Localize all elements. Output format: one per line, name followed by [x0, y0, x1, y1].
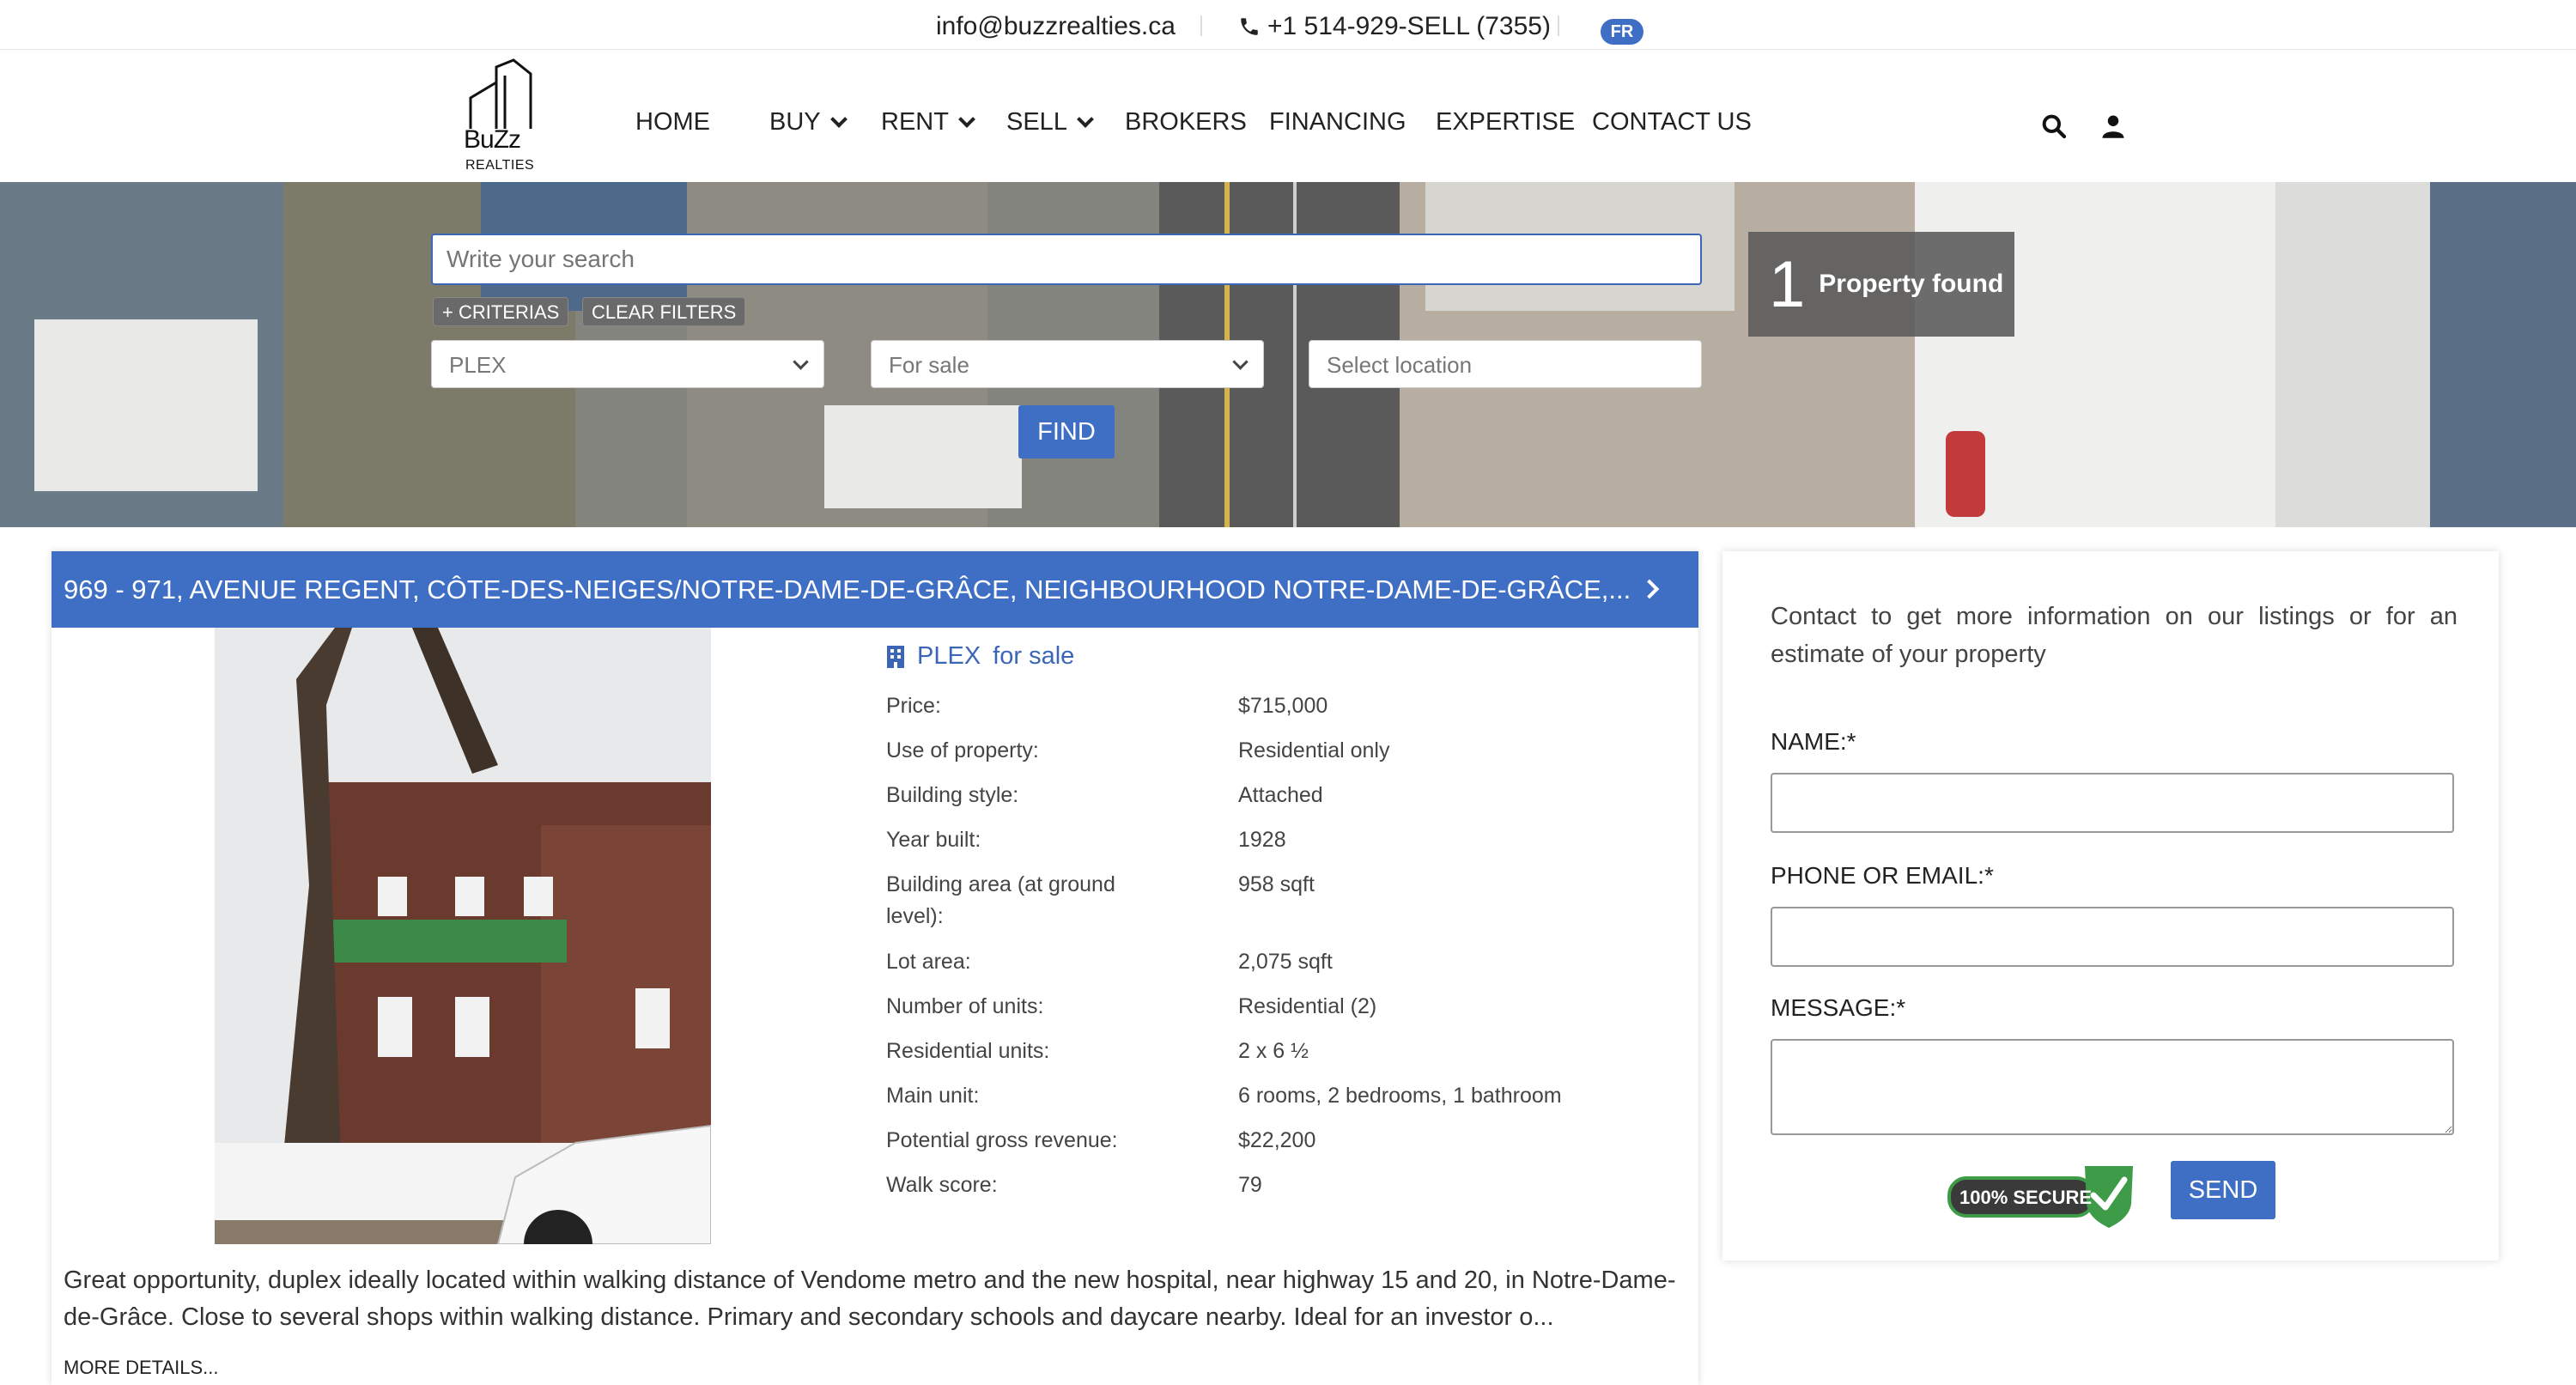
nav-contact-us[interactable]: CONTACT US: [1592, 108, 1752, 137]
location-placeholder: Select location: [1327, 352, 1473, 378]
detail-label: Main unit:: [886, 1084, 980, 1108]
phone-email-field[interactable]: [1771, 907, 2454, 967]
contact-phone-link[interactable]: +1 514-929-SELL (7355): [1238, 12, 1551, 41]
location-select[interactable]: Select location: [1309, 340, 1702, 388]
detail-label: Price:: [886, 694, 941, 718]
message-label: MESSAGE:*: [1771, 994, 1906, 1021]
detail-value: 6 rooms, 2 bedrooms, 1 bathroom: [1238, 1084, 1562, 1108]
building-icon: [887, 645, 904, 668]
phone-number: +1 514-929-SELL (7355): [1267, 12, 1551, 40]
divider: [1200, 15, 1202, 36]
user-icon[interactable]: [2100, 112, 2126, 144]
contact-form: Contact to get more information on our l…: [1722, 551, 2499, 1260]
detail-value: 2,075 sqft: [1238, 950, 1333, 974]
nav-expertise-label: EXPERTISE: [1436, 108, 1576, 136]
detail-label: Residential units:: [886, 1039, 1050, 1063]
results-count-panel: 1 Property found: [1748, 232, 2014, 337]
chevron-right-icon: [1639, 579, 1660, 599]
detail-value: 2 x 6 ½: [1238, 1039, 1309, 1063]
detail-label: Potential gross revenue:: [886, 1128, 1118, 1152]
property-type-line: PLEX for sale: [886, 642, 1074, 671]
nav-home-label: HOME: [635, 108, 710, 136]
nav-rent-label: RENT: [881, 108, 949, 136]
detail-value: 1928: [1238, 828, 1286, 852]
contact-email-link[interactable]: info@buzzrealties.ca: [936, 12, 1176, 41]
criterias-button[interactable]: + CRITERIAS: [433, 297, 569, 326]
logo-subtitle: REALTIES: [465, 158, 535, 173]
detail-value: $22,200: [1238, 1128, 1316, 1152]
listing-description: Great opportunity, duplex ideally locate…: [64, 1267, 1676, 1331]
detail-label: Use of property:: [886, 738, 1039, 762]
brand-logo[interactable]: BuZz REALTIES: [460, 58, 539, 174]
nav-contact-label: CONTACT US: [1592, 108, 1752, 136]
nav-financing-label: FINANCING: [1269, 108, 1406, 136]
nav-home[interactable]: HOME: [635, 108, 710, 137]
property-type-select[interactable]: PLEX: [431, 340, 824, 388]
name-field[interactable]: [1771, 773, 2454, 833]
transaction-type-label: for sale: [993, 642, 1075, 670]
divider: [1558, 15, 1559, 36]
language-toggle[interactable]: FR: [1601, 19, 1643, 45]
name-label: NAME:*: [1771, 728, 1856, 755]
nav-brokers-label: BROKERS: [1125, 108, 1247, 136]
detail-label: Year built:: [886, 828, 981, 852]
nav-sell[interactable]: SELL: [1006, 108, 1094, 137]
detail-value: Residential (2): [1238, 994, 1377, 1018]
send-button[interactable]: SEND: [2171, 1161, 2275, 1219]
phone-icon: [1241, 18, 1258, 35]
property-type-value: PLEX: [449, 352, 507, 378]
chevron-down-icon: [1232, 354, 1249, 370]
more-details-link[interactable]: MORE DETAILS...: [64, 1357, 219, 1379]
results-count: 1: [1769, 247, 1806, 321]
house-logo-icon: [469, 58, 532, 129]
main-header: BuZz REALTIES HOME BUY RENT SELL BROKERS…: [0, 50, 2576, 182]
house-photo-image: [215, 628, 711, 1244]
results-label: Property found: [1819, 270, 2004, 298]
contact-intro: Contact to get more information on our l…: [1771, 603, 2458, 668]
secure-badge-text: 100% SECURE: [1959, 1187, 2093, 1208]
detail-value: $715,000: [1238, 694, 1328, 718]
transaction-value: For sale: [889, 352, 969, 378]
listing-title: 969 - 971, AVENUE REGENT, CÔTE-DES-NEIGE…: [64, 574, 1631, 604]
logo-wordmark: BuZz: [464, 125, 521, 154]
nav-financing[interactable]: FINANCING: [1269, 108, 1406, 137]
listing-photo[interactable]: [215, 628, 711, 1244]
detail-label: Walk score:: [886, 1173, 998, 1197]
find-button[interactable]: FIND: [1018, 405, 1115, 459]
top-bar: info@buzzrealties.ca +1 514-929-SELL (73…: [0, 0, 2576, 50]
phone-email-label: PHONE OR EMAIL:*: [1771, 862, 1994, 889]
hero-roof-decor: [824, 405, 1022, 508]
clear-filters-button[interactable]: CLEAR FILTERS: [582, 297, 746, 326]
search-icon[interactable]: [2040, 112, 2068, 144]
nav-brokers[interactable]: BROKERS: [1125, 108, 1247, 137]
hero-roof-decor: [2430, 182, 2576, 527]
nav-sell-label: SELL: [1006, 108, 1067, 136]
message-field[interactable]: [1771, 1039, 2454, 1135]
detail-label: Building style:: [886, 783, 1019, 807]
detail-value: 958 sqft: [1238, 872, 1315, 896]
search-input[interactable]: [431, 234, 1702, 285]
search-hero: + CRITERIAS CLEAR FILTERS PLEX For sale …: [0, 182, 2576, 527]
secure-badge: 100% SECURE: [1947, 1161, 2136, 1230]
nav-buy-label: BUY: [769, 108, 821, 136]
listing-title-link[interactable]: 969 - 971, AVENUE REGENT, CÔTE-DES-NEIGE…: [52, 551, 1698, 628]
nav-expertise[interactable]: EXPERTISE: [1436, 108, 1575, 137]
detail-value: Residential only: [1238, 738, 1390, 762]
chevron-down-icon: [793, 354, 809, 370]
hero-roof-decor: [34, 319, 258, 491]
nav-buy[interactable]: BUY: [769, 108, 848, 137]
property-type-label: PLEX: [917, 642, 981, 670]
chevron-down-icon: [829, 110, 848, 128]
chevron-down-icon: [958, 110, 975, 128]
listing-card: 969 - 971, AVENUE REGENT, CÔTE-DES-NEIGE…: [52, 551, 1698, 1385]
detail-label: Building area (at ground level):: [886, 872, 1115, 928]
nav-rent[interactable]: RENT: [881, 108, 975, 137]
hero-car-decor: [1946, 431, 1985, 517]
chevron-down-icon: [1077, 110, 1094, 128]
detail-label: Lot area:: [886, 950, 971, 974]
detail-value: 79: [1238, 1173, 1262, 1197]
transaction-select[interactable]: For sale: [871, 340, 1264, 388]
detail-label: Number of units:: [886, 994, 1044, 1018]
detail-value: Attached: [1238, 783, 1323, 807]
